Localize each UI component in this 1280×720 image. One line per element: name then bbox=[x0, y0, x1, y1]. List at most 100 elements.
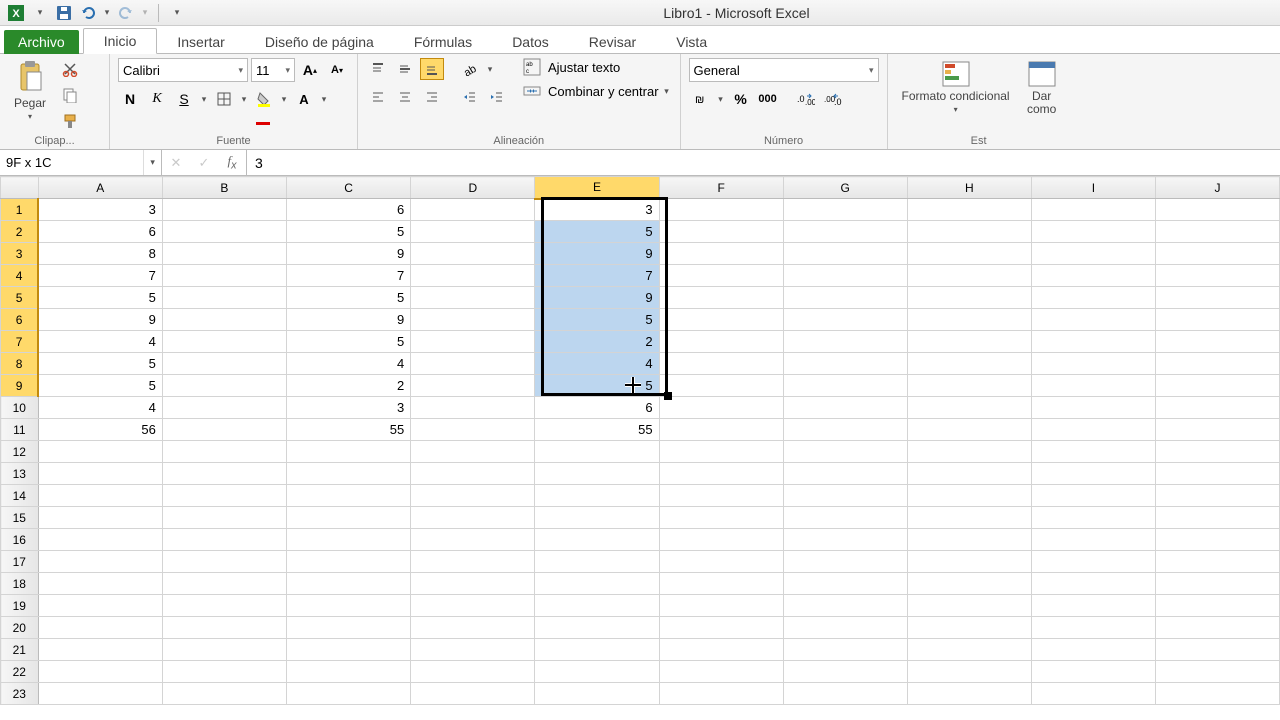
cell[interactable] bbox=[535, 551, 659, 573]
tab-home[interactable]: Inicio bbox=[83, 28, 158, 54]
cell[interactable] bbox=[1155, 397, 1279, 419]
row-header[interactable]: 9 bbox=[1, 375, 39, 397]
row-header[interactable]: 2 bbox=[1, 221, 39, 243]
cell[interactable] bbox=[286, 639, 410, 661]
cell[interactable]: 9 bbox=[286, 243, 410, 265]
align-right-icon[interactable] bbox=[420, 86, 444, 108]
cell[interactable] bbox=[286, 441, 410, 463]
row-header[interactable]: 10 bbox=[1, 397, 39, 419]
cell[interactable] bbox=[535, 595, 659, 617]
cell[interactable] bbox=[907, 463, 1031, 485]
cell[interactable] bbox=[1031, 617, 1155, 639]
cell[interactable]: 6 bbox=[286, 199, 410, 221]
cell[interactable] bbox=[411, 463, 535, 485]
row-header[interactable]: 21 bbox=[1, 639, 39, 661]
cell[interactable] bbox=[411, 265, 535, 287]
cell[interactable] bbox=[411, 617, 535, 639]
row-header[interactable]: 11 bbox=[1, 419, 39, 441]
cell[interactable] bbox=[783, 551, 907, 573]
cell[interactable] bbox=[783, 375, 907, 397]
cell[interactable] bbox=[783, 573, 907, 595]
cell[interactable] bbox=[38, 595, 162, 617]
cell[interactable]: 8 bbox=[38, 243, 162, 265]
cell[interactable] bbox=[535, 661, 659, 683]
formula-input[interactable] bbox=[247, 150, 1280, 175]
cell[interactable] bbox=[1155, 529, 1279, 551]
cell[interactable]: 5 bbox=[38, 375, 162, 397]
row-header[interactable]: 15 bbox=[1, 507, 39, 529]
column-header[interactable]: J bbox=[1155, 177, 1279, 199]
cell[interactable] bbox=[286, 661, 410, 683]
cell[interactable] bbox=[1031, 441, 1155, 463]
cell[interactable] bbox=[1031, 397, 1155, 419]
save-icon[interactable] bbox=[54, 3, 74, 23]
cell[interactable] bbox=[162, 661, 286, 683]
cell[interactable] bbox=[1155, 551, 1279, 573]
cell[interactable] bbox=[535, 529, 659, 551]
cell[interactable] bbox=[659, 397, 783, 419]
cell[interactable] bbox=[783, 331, 907, 353]
underline-icon[interactable]: S bbox=[172, 88, 196, 110]
cell[interactable] bbox=[1155, 353, 1279, 375]
align-bottom-icon[interactable] bbox=[420, 58, 444, 80]
cell[interactable] bbox=[907, 419, 1031, 441]
cell[interactable] bbox=[162, 617, 286, 639]
tab-page-layout[interactable]: Diseño de página bbox=[245, 30, 394, 54]
cell[interactable] bbox=[659, 661, 783, 683]
cell[interactable] bbox=[286, 529, 410, 551]
cell[interactable] bbox=[1155, 683, 1279, 705]
increase-indent-icon[interactable] bbox=[485, 86, 509, 108]
cell[interactable] bbox=[907, 661, 1031, 683]
cell[interactable] bbox=[907, 595, 1031, 617]
font-size-combo[interactable]: 11▾ bbox=[251, 58, 295, 82]
cell[interactable] bbox=[411, 419, 535, 441]
cell[interactable] bbox=[907, 551, 1031, 573]
cell[interactable] bbox=[162, 463, 286, 485]
cell[interactable] bbox=[907, 287, 1031, 309]
cell[interactable] bbox=[535, 617, 659, 639]
cell[interactable] bbox=[1031, 485, 1155, 507]
cell[interactable] bbox=[783, 639, 907, 661]
cell[interactable] bbox=[659, 199, 783, 221]
fill-color-icon[interactable] bbox=[252, 88, 276, 110]
cell[interactable] bbox=[659, 507, 783, 529]
cell[interactable]: 2 bbox=[286, 375, 410, 397]
cell[interactable] bbox=[1155, 331, 1279, 353]
format-painter-icon[interactable] bbox=[58, 110, 82, 132]
cell[interactable] bbox=[783, 243, 907, 265]
cell[interactable] bbox=[1155, 221, 1279, 243]
align-middle-icon[interactable] bbox=[393, 58, 417, 80]
cell[interactable]: 7 bbox=[535, 265, 659, 287]
cell[interactable] bbox=[1031, 353, 1155, 375]
cell[interactable] bbox=[659, 529, 783, 551]
cell[interactable] bbox=[783, 617, 907, 639]
cell[interactable] bbox=[907, 485, 1031, 507]
cell[interactable]: 4 bbox=[38, 331, 162, 353]
row-header[interactable]: 17 bbox=[1, 551, 39, 573]
cell[interactable] bbox=[1155, 287, 1279, 309]
cell[interactable] bbox=[659, 639, 783, 661]
cell[interactable] bbox=[1031, 595, 1155, 617]
cell[interactable] bbox=[286, 485, 410, 507]
row-header[interactable]: 7 bbox=[1, 331, 39, 353]
row-header[interactable]: 23 bbox=[1, 683, 39, 705]
cell[interactable] bbox=[411, 397, 535, 419]
cell[interactable] bbox=[38, 463, 162, 485]
font-name-combo[interactable]: Calibri▾ bbox=[118, 58, 248, 82]
accounting-format-icon[interactable]: ₪ bbox=[689, 88, 713, 110]
cell[interactable] bbox=[1155, 441, 1279, 463]
cell[interactable] bbox=[1031, 199, 1155, 221]
cell[interactable] bbox=[162, 221, 286, 243]
cell[interactable] bbox=[535, 573, 659, 595]
cell[interactable]: 5 bbox=[286, 287, 410, 309]
tab-review[interactable]: Revisar bbox=[569, 30, 656, 54]
cell[interactable] bbox=[535, 485, 659, 507]
cell[interactable] bbox=[535, 683, 659, 705]
cell[interactable] bbox=[286, 551, 410, 573]
cell[interactable] bbox=[907, 199, 1031, 221]
cell[interactable] bbox=[783, 221, 907, 243]
row-header[interactable]: 4 bbox=[1, 265, 39, 287]
cell[interactable] bbox=[1155, 463, 1279, 485]
cell[interactable] bbox=[783, 353, 907, 375]
column-header[interactable]: F bbox=[659, 177, 783, 199]
